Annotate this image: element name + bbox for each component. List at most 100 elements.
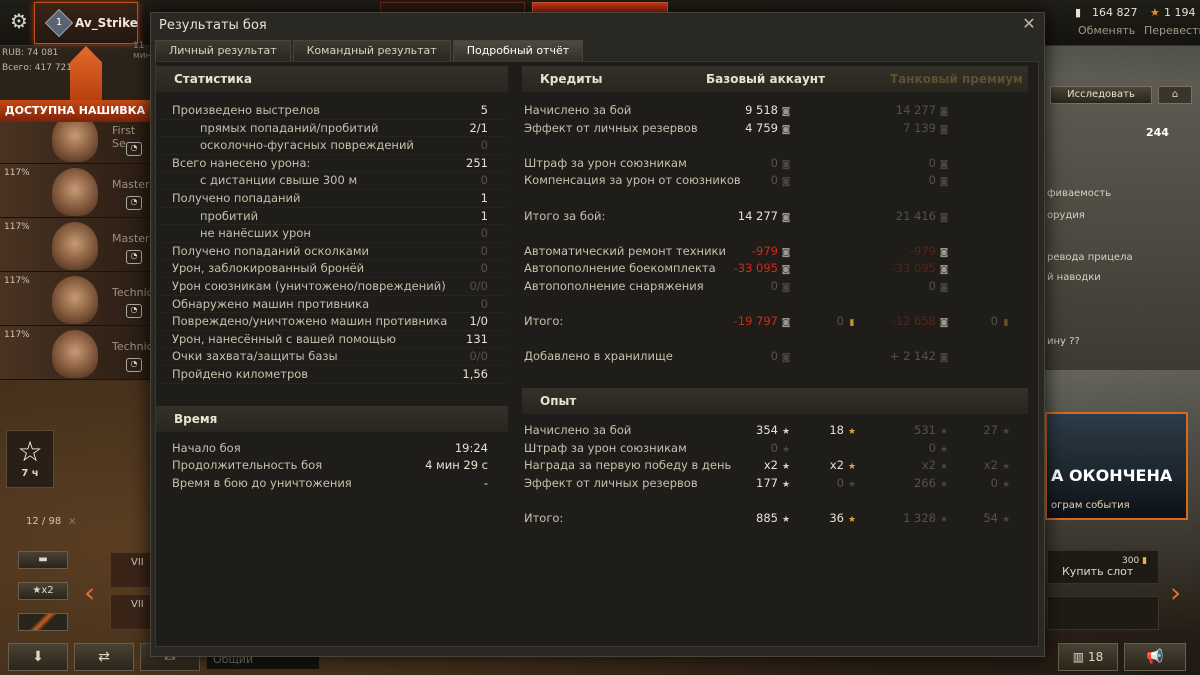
stat-label: не нанёсших урон [200,226,311,241]
vehicle-slot[interactable]: VII [110,594,152,630]
stat-label: Произведено выстрелов [172,103,321,117]
transfer-link[interactable]: Перевести [1144,24,1200,37]
filter-reset-icon[interactable]: × [68,516,76,527]
platoon-handshake-icon[interactable]: ⇄ [74,643,134,671]
credit-row: Компенсация за урон от союзников 0 ◙ 0 ◙ [522,172,1028,190]
time-list: Начало боя 19:24 Продолжительность боя 4 ми… [156,440,508,493]
event-star-widget[interactable]: ☆ 7 ч [6,430,54,488]
session-stats-button[interactable]: ▥ 18 [1058,643,1118,671]
promo-banner[interactable]: ДОСТУПНА НАШИВКА [0,100,150,122]
skill-icon: ◔ [126,358,142,372]
player-profile-button[interactable]: 1 Av_Strike 11 мин [34,2,152,61]
stat-value: 5 [480,103,488,117]
stat-row: Урон, нанесённый с вашей помощью 131 [156,331,508,349]
credit-row: Автопополнение боекомплекта -33 095 ◙ -33 0… [522,260,1028,278]
x2-filter-button[interactable]: ★x2 [18,582,68,600]
credit-row [522,137,1028,155]
xp-value: 0 [990,475,998,490]
event-link[interactable]: ограм события [1051,500,1130,511]
credit-row [522,190,1028,208]
skill-icon: ◔ [126,304,142,318]
credits-header: Кредиты Базовый аккаунт Танковый премиум [522,66,1028,92]
vehicle-stat-value: 244 [1146,126,1169,139]
xp-value: 54 [983,510,998,525]
stat-row: Обнаружено машин противника 0 [156,296,508,314]
vehicle-counter: 12 / 98 [26,516,62,527]
xp-label: Эффект от личных резервов [524,475,698,490]
credit-value: 0 [770,173,778,188]
xp-row: Награда за первую победу в день x2 ★ x2 ★ x2 ★… [522,457,1028,475]
event-banner[interactable]: А ОКОНЧЕНА ограм события [1045,412,1188,520]
stat-label: Обнаружено машин противника [172,296,370,311]
xp-value: 0 [770,440,778,455]
time-value: - [483,475,488,490]
buy-slot-price: 300 ▮ [1122,556,1148,566]
crew-member[interactable]: 117% Master ◔ [0,218,150,272]
empty-slot[interactable] [1047,596,1159,630]
stat-value: 0/0 [469,278,488,293]
credit-label: Штраф за урон союзникам [524,155,687,170]
xp-value: 0 [836,475,844,490]
xp-label: Награда за первую победу в день [524,458,732,473]
settings-gear-icon[interactable]: ⚙ [4,6,34,36]
stat-row: Всего нанесено урона: 251 [156,155,508,173]
gold-icon: ▮ [1142,556,1148,566]
stat-value: 1 [480,190,488,205]
close-icon[interactable]: ✕ [1020,15,1038,33]
stat-value: 1/0 [469,314,488,329]
stat-label: Всего нанесено урона: [172,155,311,170]
tank-filter-button[interactable]: ▬ [18,551,68,569]
credit-value: 21 416 [895,208,936,223]
vehicle-info-panel [1045,80,1200,370]
skill-icon: ◔ [126,142,142,156]
xp-value: 885 [756,510,778,525]
event-filter-button[interactable] [18,613,68,631]
bonds-value: 1 194 [1164,6,1196,19]
exchange-link[interactable]: Обменять [1078,24,1135,37]
credit-label: Автопополнение снаряжения [524,278,704,293]
download-icon[interactable]: ⬇ [8,643,68,671]
credits-list: Начислено за бой 9 518 ◙ 14 277 ◙ Эффект от л… [522,102,1028,366]
credit-row: Начислено за бой 9 518 ◙ 14 277 ◙ [522,102,1028,120]
credit-value: 7 139 [903,120,936,135]
stat-label: Пройдено километров [172,366,309,381]
tab-bar: Личный результат Командный результат Под… [155,40,585,61]
tab-personal[interactable]: Личный результат [155,40,291,61]
crew-member[interactable]: 117% Master ◔ [0,164,150,218]
gold-value: 0 [836,314,844,329]
research-button[interactable]: Исследовать [1050,86,1152,104]
crew-role: Technic [112,340,153,353]
tab-detailed[interactable]: Подробный отчёт [452,40,584,61]
time-row: Продолжительность боя 4 мин 29 с [156,457,508,475]
stat-row: Очки захвата/защиты базы 0/0 [156,348,508,366]
time-label: Начало боя [172,440,241,455]
stat-value: 0 [480,226,488,241]
xp-row: Эффект от личных резервов 177 ★ 0 ★ 266 ★ 0 ★ [522,475,1028,493]
stat-value: 131 [466,331,488,346]
star-icon: ☆ [17,435,43,468]
gold-value: 164 827 [1092,6,1138,19]
credit-value: 0 [770,349,778,364]
tab-team[interactable]: Командный результат [292,40,451,61]
tank-compare-icon[interactable]: ⌂ [1158,86,1192,104]
carousel-right-arrow-icon[interactable]: › [1170,576,1181,609]
credit-label: Итого за бой: [524,208,606,223]
xp-value: 27 [983,422,998,437]
gold-icon: ▮ [1075,6,1082,19]
stat-row: Произведено выстрелов 5 [156,102,508,120]
crew-portrait [52,276,98,324]
event-title: А ОКОНЧЕНА [1051,466,1173,485]
stat-value: 2/1 [469,120,488,135]
crew-member[interactable]: 117% Technic ◔ [0,326,153,380]
crew-member[interactable]: 117% Technic ◔ [0,272,153,326]
credit-row: Штраф за урон союзникам 0 ◙ 0 ◙ [522,155,1028,173]
credit-value: 0 [928,173,936,188]
carousel-left-arrow-icon[interactable]: ‹ [84,576,95,609]
credit-row: Итого за бой: 14 277 ◙ 21 416 ◙ [522,208,1028,226]
notifications-icon[interactable]: 📢 [1124,643,1186,671]
free-xp-star-icon: ★ [1001,514,1011,525]
stat-label: Урон, заблокированный бронёй [172,261,365,276]
vehicle-slot[interactable]: VII [110,552,152,588]
stat-label: фиваемость [1047,188,1112,199]
right-column: Кредиты Базовый аккаунт Танковый премиум… [522,66,1028,527]
